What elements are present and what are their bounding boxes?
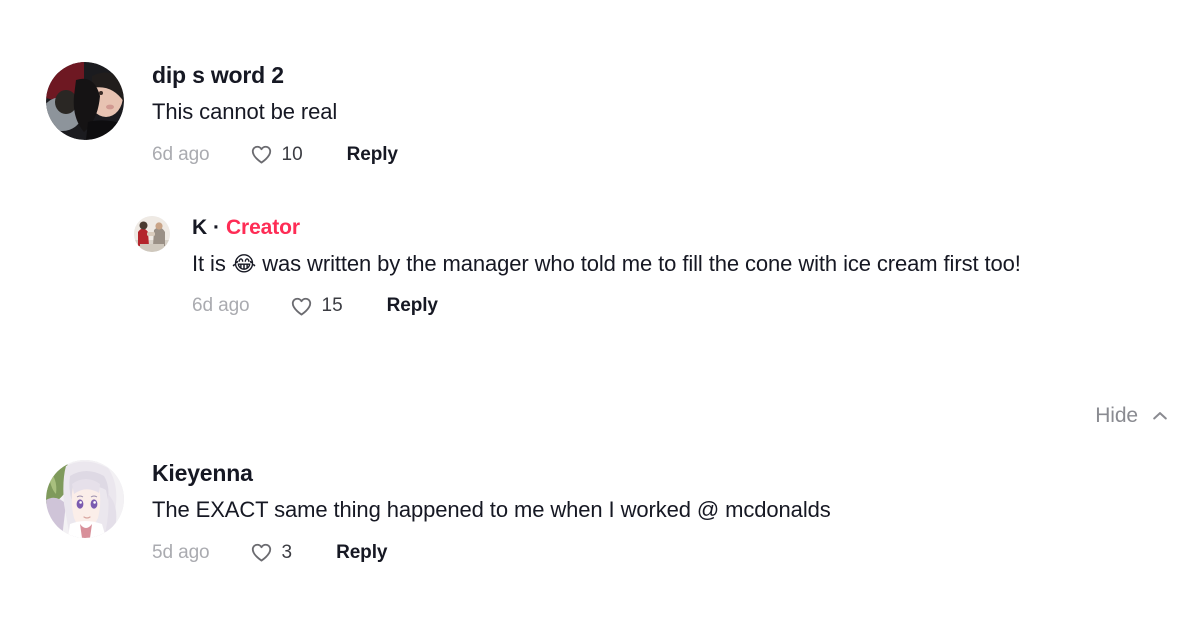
hide-replies-button[interactable]: Hide [1095,404,1170,428]
comment-timestamp: 6d ago [152,143,210,165]
creator-badge: Creator [225,216,300,239]
like-button[interactable]: 3 [250,541,293,564]
reply-text-before-emoji: It is [192,250,232,276]
reply-meta-row: 6d ago 15 Reply [192,295,1021,318]
comment-timestamp: 5d ago [152,541,210,563]
comment-reply: K · Creator It is 😂 was written by the m… [134,216,1021,318]
comment-thread-second: Kieyenna The EXACT same thing happened t… [46,460,831,564]
joy-emoji-icon: 😂 [231,251,257,276]
hide-label: Hide [1095,404,1138,427]
comment-feed: dip s word 2 This cannot be real 6d ago … [0,0,1200,628]
reply-username[interactable]: K [192,216,207,241]
comment-text: This cannot be real [152,99,338,125]
reply-button[interactable]: Reply [387,295,438,317]
comment-text: The EXACT same thing happened to me when… [152,497,831,523]
reply-button[interactable]: Reply [336,542,387,564]
comment-body: Kieyenna The EXACT same thing happened t… [152,460,831,564]
reply-body: K · Creator It is 😂 was written by the m… [192,216,1021,318]
comment-meta-row: 5d ago 3 Reply [152,541,831,564]
reply-name-row: K · Creator [192,216,1021,241]
reply-button[interactable]: Reply [347,144,398,166]
heart-outline-icon[interactable] [290,295,313,318]
reply-text: It is 😂 was written by the manager who t… [192,247,1021,281]
reply-like-button[interactable]: 15 [290,295,343,318]
name-separator: · [212,216,220,239]
heart-outline-icon[interactable] [250,541,273,564]
reply-timestamp: 6d ago [192,295,250,317]
comment-meta-row: 6d ago 10 Reply [152,143,398,166]
comment-body: dip s word 2 This cannot be real 6d ago … [152,62,398,166]
avatar-kieyenna[interactable] [46,460,124,538]
avatar-k-creator[interactable] [134,216,170,252]
like-count: 3 [281,541,293,563]
chevron-up-icon[interactable] [1150,406,1170,426]
reply-like-count: 15 [321,295,343,317]
reply-text-after-emoji: was written by the manager who told me t… [256,250,1021,276]
like-button[interactable]: 10 [250,143,303,166]
heart-outline-icon[interactable] [250,143,273,166]
comment-username[interactable]: Kieyenna [152,460,831,487]
comment-thread-root: dip s word 2 This cannot be real 6d ago … [46,62,398,166]
comment-username[interactable]: dip s word 2 [152,62,398,89]
avatar-dip-s-word-2[interactable] [46,62,124,140]
like-count: 10 [281,143,303,165]
